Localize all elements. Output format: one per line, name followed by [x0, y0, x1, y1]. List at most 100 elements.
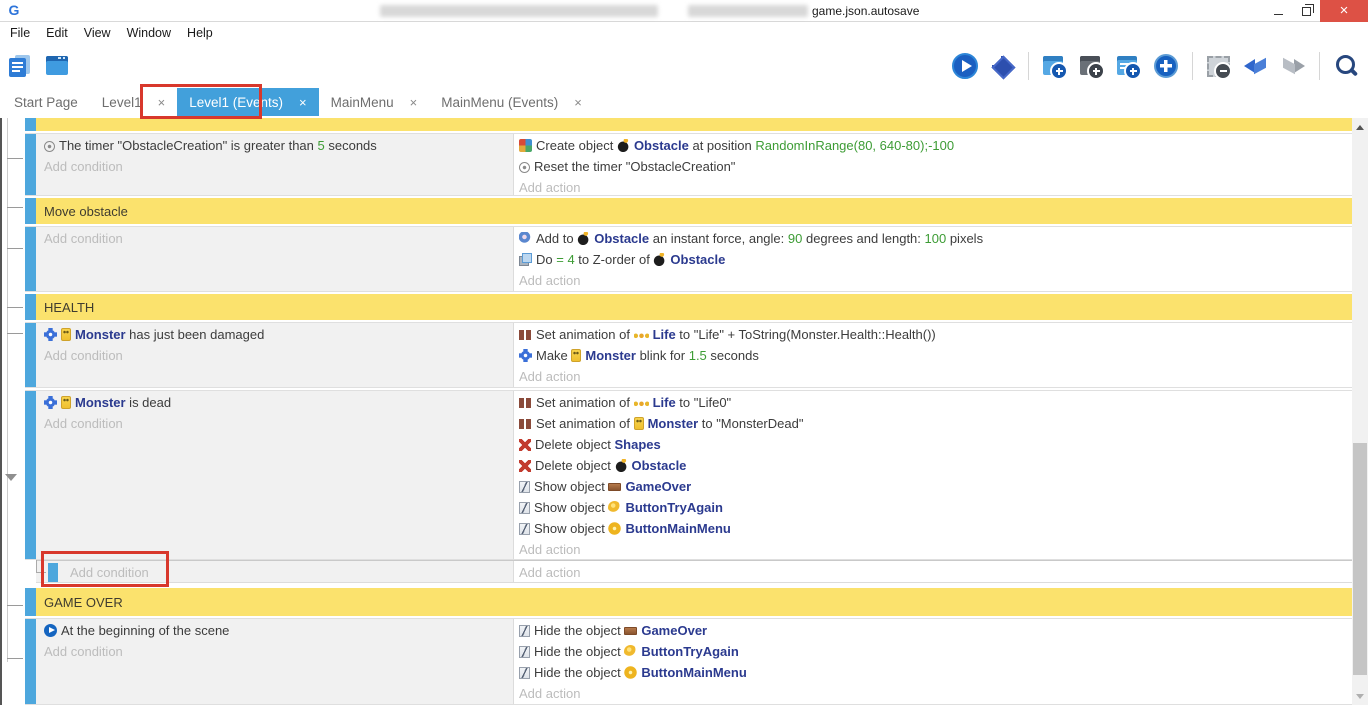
tab-mainmenu[interactable]: MainMenu× — [319, 88, 430, 116]
actions-cell: Add action — [513, 561, 1352, 582]
event-row[interactable]: Monster is deadAdd condition Set animatio… — [25, 390, 1352, 560]
event-drag-handle[interactable] — [25, 134, 36, 195]
add-action-button[interactable]: Add action — [519, 366, 1348, 387]
text-segment: seconds — [707, 348, 759, 363]
add-subevent-icon[interactable] — [1078, 52, 1106, 80]
add-condition-button[interactable]: Add condition — [44, 641, 507, 662]
condition-line[interactable]: Monster has just been damaged — [44, 324, 507, 345]
menu-help[interactable]: Help — [179, 22, 221, 44]
tab-close-icon[interactable]: × — [574, 95, 582, 110]
event-drag-handle[interactable] — [25, 198, 36, 224]
redo-icon[interactable] — [1279, 52, 1307, 80]
tab-mainmenu-events[interactable]: MainMenu (Events) × — [429, 88, 594, 116]
event-drag-handle[interactable] — [25, 323, 36, 387]
add-condition-button[interactable]: Add condition — [44, 413, 507, 434]
scroll-up-icon[interactable] — [1356, 125, 1364, 130]
close-button[interactable]: × — [1320, 0, 1368, 22]
condition-line[interactable]: At the beginning of the scene — [44, 620, 507, 641]
actions-cell: Create object Obstacle at position Rando… — [513, 134, 1352, 195]
subevent-connector — [36, 572, 46, 573]
menu-file[interactable]: File — [2, 22, 38, 44]
action-line[interactable]: Set animation of Life to "Life0" — [519, 392, 1348, 413]
action-line[interactable]: Hide the object ButtonMainMenu — [519, 662, 1348, 683]
add-condition-button[interactable]: Add condition — [44, 156, 507, 177]
add-action-button[interactable]: Add action — [519, 683, 1348, 704]
action-line[interactable]: Set animation of Monster to "MonsterDead… — [519, 413, 1348, 434]
debug-icon[interactable] — [988, 52, 1016, 80]
tab-label: MainMenu (Events) — [441, 95, 558, 110]
action-line[interactable]: Delete object Shapes — [519, 434, 1348, 455]
vertical-scrollbar[interactable] — [1352, 118, 1368, 705]
action-line[interactable]: Show object ButtonMainMenu — [519, 518, 1348, 539]
action-line[interactable]: Show object GameOver — [519, 476, 1348, 497]
button-yellow-icon — [608, 501, 621, 514]
gameover-icon — [608, 483, 621, 491]
event-drag-handle[interactable] — [25, 118, 36, 131]
comment-row[interactable]: Move obstacle — [25, 198, 1352, 224]
action-line[interactable]: Show object ButtonTryAgain — [519, 497, 1348, 518]
action-line[interactable]: Do = 4 to Z-order of Obstacle — [519, 249, 1348, 270]
search-icon[interactable] — [1332, 52, 1360, 80]
comment-row[interactable]: HEALTH — [25, 294, 1352, 320]
event-drag-handle[interactable] — [48, 563, 58, 582]
add-condition-button[interactable]: Add condition — [70, 562, 149, 583]
scroll-down-icon[interactable] — [1356, 694, 1364, 699]
play-icon[interactable] — [951, 52, 979, 80]
text-segment: Show object — [534, 521, 608, 536]
text-segment: Show object — [534, 479, 608, 494]
comment-row[interactable]: GAME OVER — [25, 588, 1352, 616]
event-row[interactable]: Monster has just been damagedAdd conditi… — [25, 322, 1352, 388]
toolbar-separator — [1319, 52, 1320, 80]
project-manager-icon[interactable] — [6, 52, 34, 80]
action-line[interactable]: Delete object Obstacle — [519, 455, 1348, 476]
event-row[interactable]: The timer "ObstacleCreation" is greater … — [25, 133, 1352, 196]
minimize-button[interactable] — [1264, 0, 1292, 22]
text-segment: 5 — [318, 138, 325, 153]
action-line[interactable]: Make Monster blink for 1.5 seconds — [519, 345, 1348, 366]
event-drag-handle[interactable] — [25, 588, 36, 616]
add-condition-button[interactable]: Add condition — [44, 228, 507, 249]
condition-line[interactable]: Monster is dead — [44, 392, 507, 413]
event-row[interactable]: At the beginning of the sceneAdd conditi… — [25, 618, 1352, 705]
action-line[interactable]: Hide the object GameOver — [519, 620, 1348, 641]
action-line[interactable]: Hide the object ButtonTryAgain — [519, 641, 1348, 662]
tab-close-icon[interactable]: × — [299, 95, 307, 110]
event-drag-handle[interactable] — [25, 619, 36, 704]
comment-row-partial[interactable] — [25, 118, 1352, 131]
event-row[interactable]: Add condition Add to Obstacle an instant … — [25, 226, 1352, 292]
add-event-icon[interactable] — [1041, 52, 1069, 80]
add-action-button[interactable]: Add action — [519, 562, 1348, 582]
restore-button[interactable] — [1292, 0, 1320, 22]
collapse-expander-icon[interactable] — [5, 474, 17, 481]
add-action-button[interactable]: Add action — [519, 270, 1348, 291]
scene-window-icon[interactable] — [43, 52, 71, 80]
comment-label: Move obstacle — [44, 204, 128, 219]
action-line[interactable]: Add to Obstacle an instant force, angle:… — [519, 228, 1348, 249]
event-drag-handle[interactable] — [25, 391, 36, 559]
scrollbar-thumb[interactable] — [1353, 443, 1367, 675]
add-action-button[interactable]: Add action — [519, 539, 1348, 559]
empty-subevent-row[interactable]: Add condition Add action — [36, 560, 1352, 583]
tab-start-page[interactable]: Start Page — [2, 88, 90, 116]
delete-event-icon[interactable] — [1205, 52, 1233, 80]
event-drag-handle[interactable] — [25, 227, 36, 291]
tab-close-icon[interactable]: × — [158, 95, 166, 110]
add-action-button[interactable]: Add action — [519, 177, 1348, 195]
add-comment-icon[interactable] — [1115, 52, 1143, 80]
action-line[interactable]: Create object Obstacle at position Rando… — [519, 135, 1348, 156]
menu-window[interactable]: Window — [119, 22, 179, 44]
condition-line[interactable]: The timer "ObstacleCreation" is greater … — [44, 135, 507, 156]
event-drag-handle[interactable] — [25, 294, 36, 320]
action-line[interactable]: Reset the timer "ObstacleCreation" — [519, 156, 1348, 177]
undo-icon[interactable] — [1242, 52, 1270, 80]
life-icon — [634, 396, 649, 409]
tab-level1-events[interactable]: Level1 (Events)× — [177, 88, 318, 116]
add-circle-icon[interactable] — [1152, 52, 1180, 80]
text-segment: Obstacle — [632, 458, 687, 473]
menu-view[interactable]: View — [76, 22, 119, 44]
menu-edit[interactable]: Edit — [38, 22, 76, 44]
tab-close-icon[interactable]: × — [410, 95, 418, 110]
tab-level1[interactable]: Level1× — [90, 88, 177, 116]
action-line[interactable]: Set animation of Life to "Life" + ToStri… — [519, 324, 1348, 345]
add-condition-button[interactable]: Add condition — [44, 345, 507, 366]
